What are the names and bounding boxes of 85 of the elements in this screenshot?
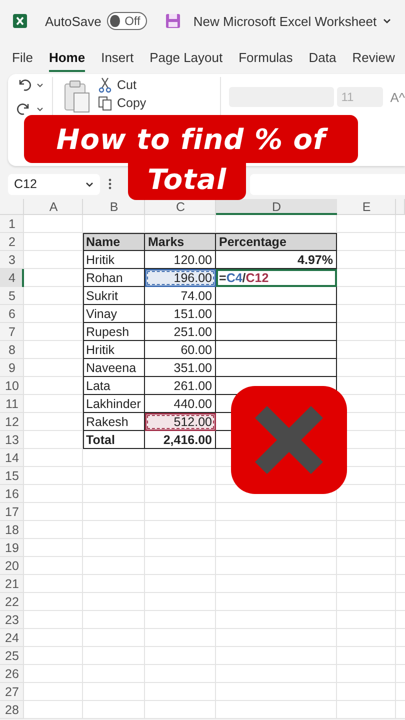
row-header[interactable]: 13 bbox=[0, 431, 24, 449]
row-header[interactable]: 24 bbox=[0, 629, 24, 647]
scissors-icon[interactable] bbox=[97, 77, 113, 93]
ribbon-tab[interactable]: File bbox=[12, 42, 33, 72]
row-header[interactable]: 14 bbox=[0, 449, 24, 467]
chevron-icon[interactable] bbox=[36, 81, 44, 89]
table-cell: Sukrit bbox=[83, 287, 145, 305]
ribbon-tab[interactable]: Insert bbox=[101, 42, 134, 72]
save-icon[interactable] bbox=[165, 13, 182, 29]
more-icon[interactable] bbox=[108, 178, 112, 190]
row-header[interactable]: 18 bbox=[0, 521, 24, 539]
ribbon-tab[interactable]: Formulas bbox=[238, 42, 293, 72]
table-cell: 74.00 bbox=[145, 287, 216, 305]
table-cell: 4.97% bbox=[216, 251, 337, 269]
column-heading: Percentage bbox=[216, 233, 337, 251]
ribbon-tab[interactable]: Page Layout bbox=[150, 42, 223, 72]
table-cell: 60.00 bbox=[145, 341, 216, 359]
table-cell: Rupesh bbox=[83, 323, 145, 341]
column-header[interactable]: E bbox=[337, 199, 396, 215]
row-header[interactable]: 19 bbox=[0, 539, 24, 557]
excel-logo-icon bbox=[12, 13, 28, 29]
row-header[interactable]: 6 bbox=[0, 305, 24, 323]
chevron-icon[interactable] bbox=[382, 16, 392, 26]
row-header[interactable]: 1 bbox=[0, 215, 24, 233]
row-header[interactable]: 17 bbox=[0, 503, 24, 521]
table-cell: 251.00 bbox=[145, 323, 216, 341]
column-header[interactable]: A bbox=[24, 199, 83, 215]
autosave-label: AutoSave bbox=[45, 14, 102, 28]
row-header[interactable]: 21 bbox=[0, 575, 24, 593]
document-title[interactable]: New Microsoft Excel Worksheet bbox=[193, 14, 377, 28]
cut-label[interactable]: Cut bbox=[117, 78, 136, 92]
table-cell: Total bbox=[83, 431, 145, 449]
table-cell: 261.00 bbox=[145, 377, 216, 395]
row-header[interactable]: 25 bbox=[0, 647, 24, 665]
table-cell: 151.00 bbox=[145, 305, 216, 323]
table-cell: Hritik bbox=[83, 251, 145, 269]
row-header[interactable]: 15 bbox=[0, 467, 24, 485]
formula-cell[interactable]: =C4/C12 bbox=[216, 269, 337, 287]
row-header[interactable]: 12 bbox=[0, 413, 24, 431]
row-header[interactable]: 16 bbox=[0, 485, 24, 503]
row-header[interactable]: 7 bbox=[0, 323, 24, 341]
table-cell: Hritik bbox=[83, 341, 145, 359]
table-cell: 440.00 bbox=[145, 395, 216, 413]
ribbon-tab[interactable]: Data bbox=[308, 42, 336, 72]
table-cell: Rakesh bbox=[83, 413, 145, 431]
column-heading: Name bbox=[83, 233, 145, 251]
row-header[interactable]: 2 bbox=[0, 233, 24, 251]
table-cell: 351.00 bbox=[145, 359, 216, 377]
row-header[interactable]: 11 bbox=[0, 395, 24, 413]
ribbon-tab[interactable]: Home bbox=[48, 42, 86, 72]
copy-icon[interactable] bbox=[97, 95, 113, 111]
column-header[interactable]: C bbox=[145, 199, 216, 215]
table-cell: 2,416.00 bbox=[145, 431, 216, 449]
name-box[interactable]: C12 bbox=[8, 174, 100, 194]
row-header[interactable]: 10 bbox=[0, 377, 24, 395]
row-header[interactable]: 27 bbox=[0, 683, 24, 701]
paste-icon[interactable] bbox=[63, 80, 91, 114]
row-header[interactable]: 22 bbox=[0, 593, 24, 611]
row-header[interactable]: 20 bbox=[0, 557, 24, 575]
chevron-icon[interactable] bbox=[36, 105, 44, 113]
row-header[interactable]: 9 bbox=[0, 359, 24, 377]
ribbon-tab[interactable]: Review bbox=[352, 42, 395, 72]
autosave-toggle[interactable]: Off bbox=[107, 12, 148, 30]
table-cell: Rohan bbox=[83, 269, 145, 287]
table-cell: Vinay bbox=[83, 305, 145, 323]
row-header[interactable]: 8 bbox=[0, 341, 24, 359]
copy-label[interactable]: Copy bbox=[117, 96, 146, 110]
table-cell: 120.00 bbox=[145, 251, 216, 269]
column-header[interactable]: D bbox=[216, 199, 337, 215]
table-cell: Lata bbox=[83, 377, 145, 395]
title-banner: How to find % of bbox=[24, 115, 358, 163]
row-header[interactable]: 26 bbox=[0, 665, 24, 683]
row-header[interactable]: 4 bbox=[0, 269, 24, 287]
row-header[interactable]: 5 bbox=[0, 287, 24, 305]
table-cell: 512.00 bbox=[145, 413, 216, 431]
cross-icon bbox=[231, 386, 347, 494]
row-header[interactable]: 28 bbox=[0, 701, 24, 719]
grow-font-button[interactable]: A^ bbox=[390, 90, 405, 104]
table-cell: Naveena bbox=[83, 359, 145, 377]
table-cell: Lakhinder bbox=[83, 395, 145, 413]
row-header[interactable]: 3 bbox=[0, 251, 24, 269]
row-header[interactable]: 23 bbox=[0, 611, 24, 629]
column-heading: Marks bbox=[145, 233, 216, 251]
column-header[interactable]: B bbox=[83, 199, 145, 215]
table-cell: 196.00 bbox=[145, 269, 216, 287]
